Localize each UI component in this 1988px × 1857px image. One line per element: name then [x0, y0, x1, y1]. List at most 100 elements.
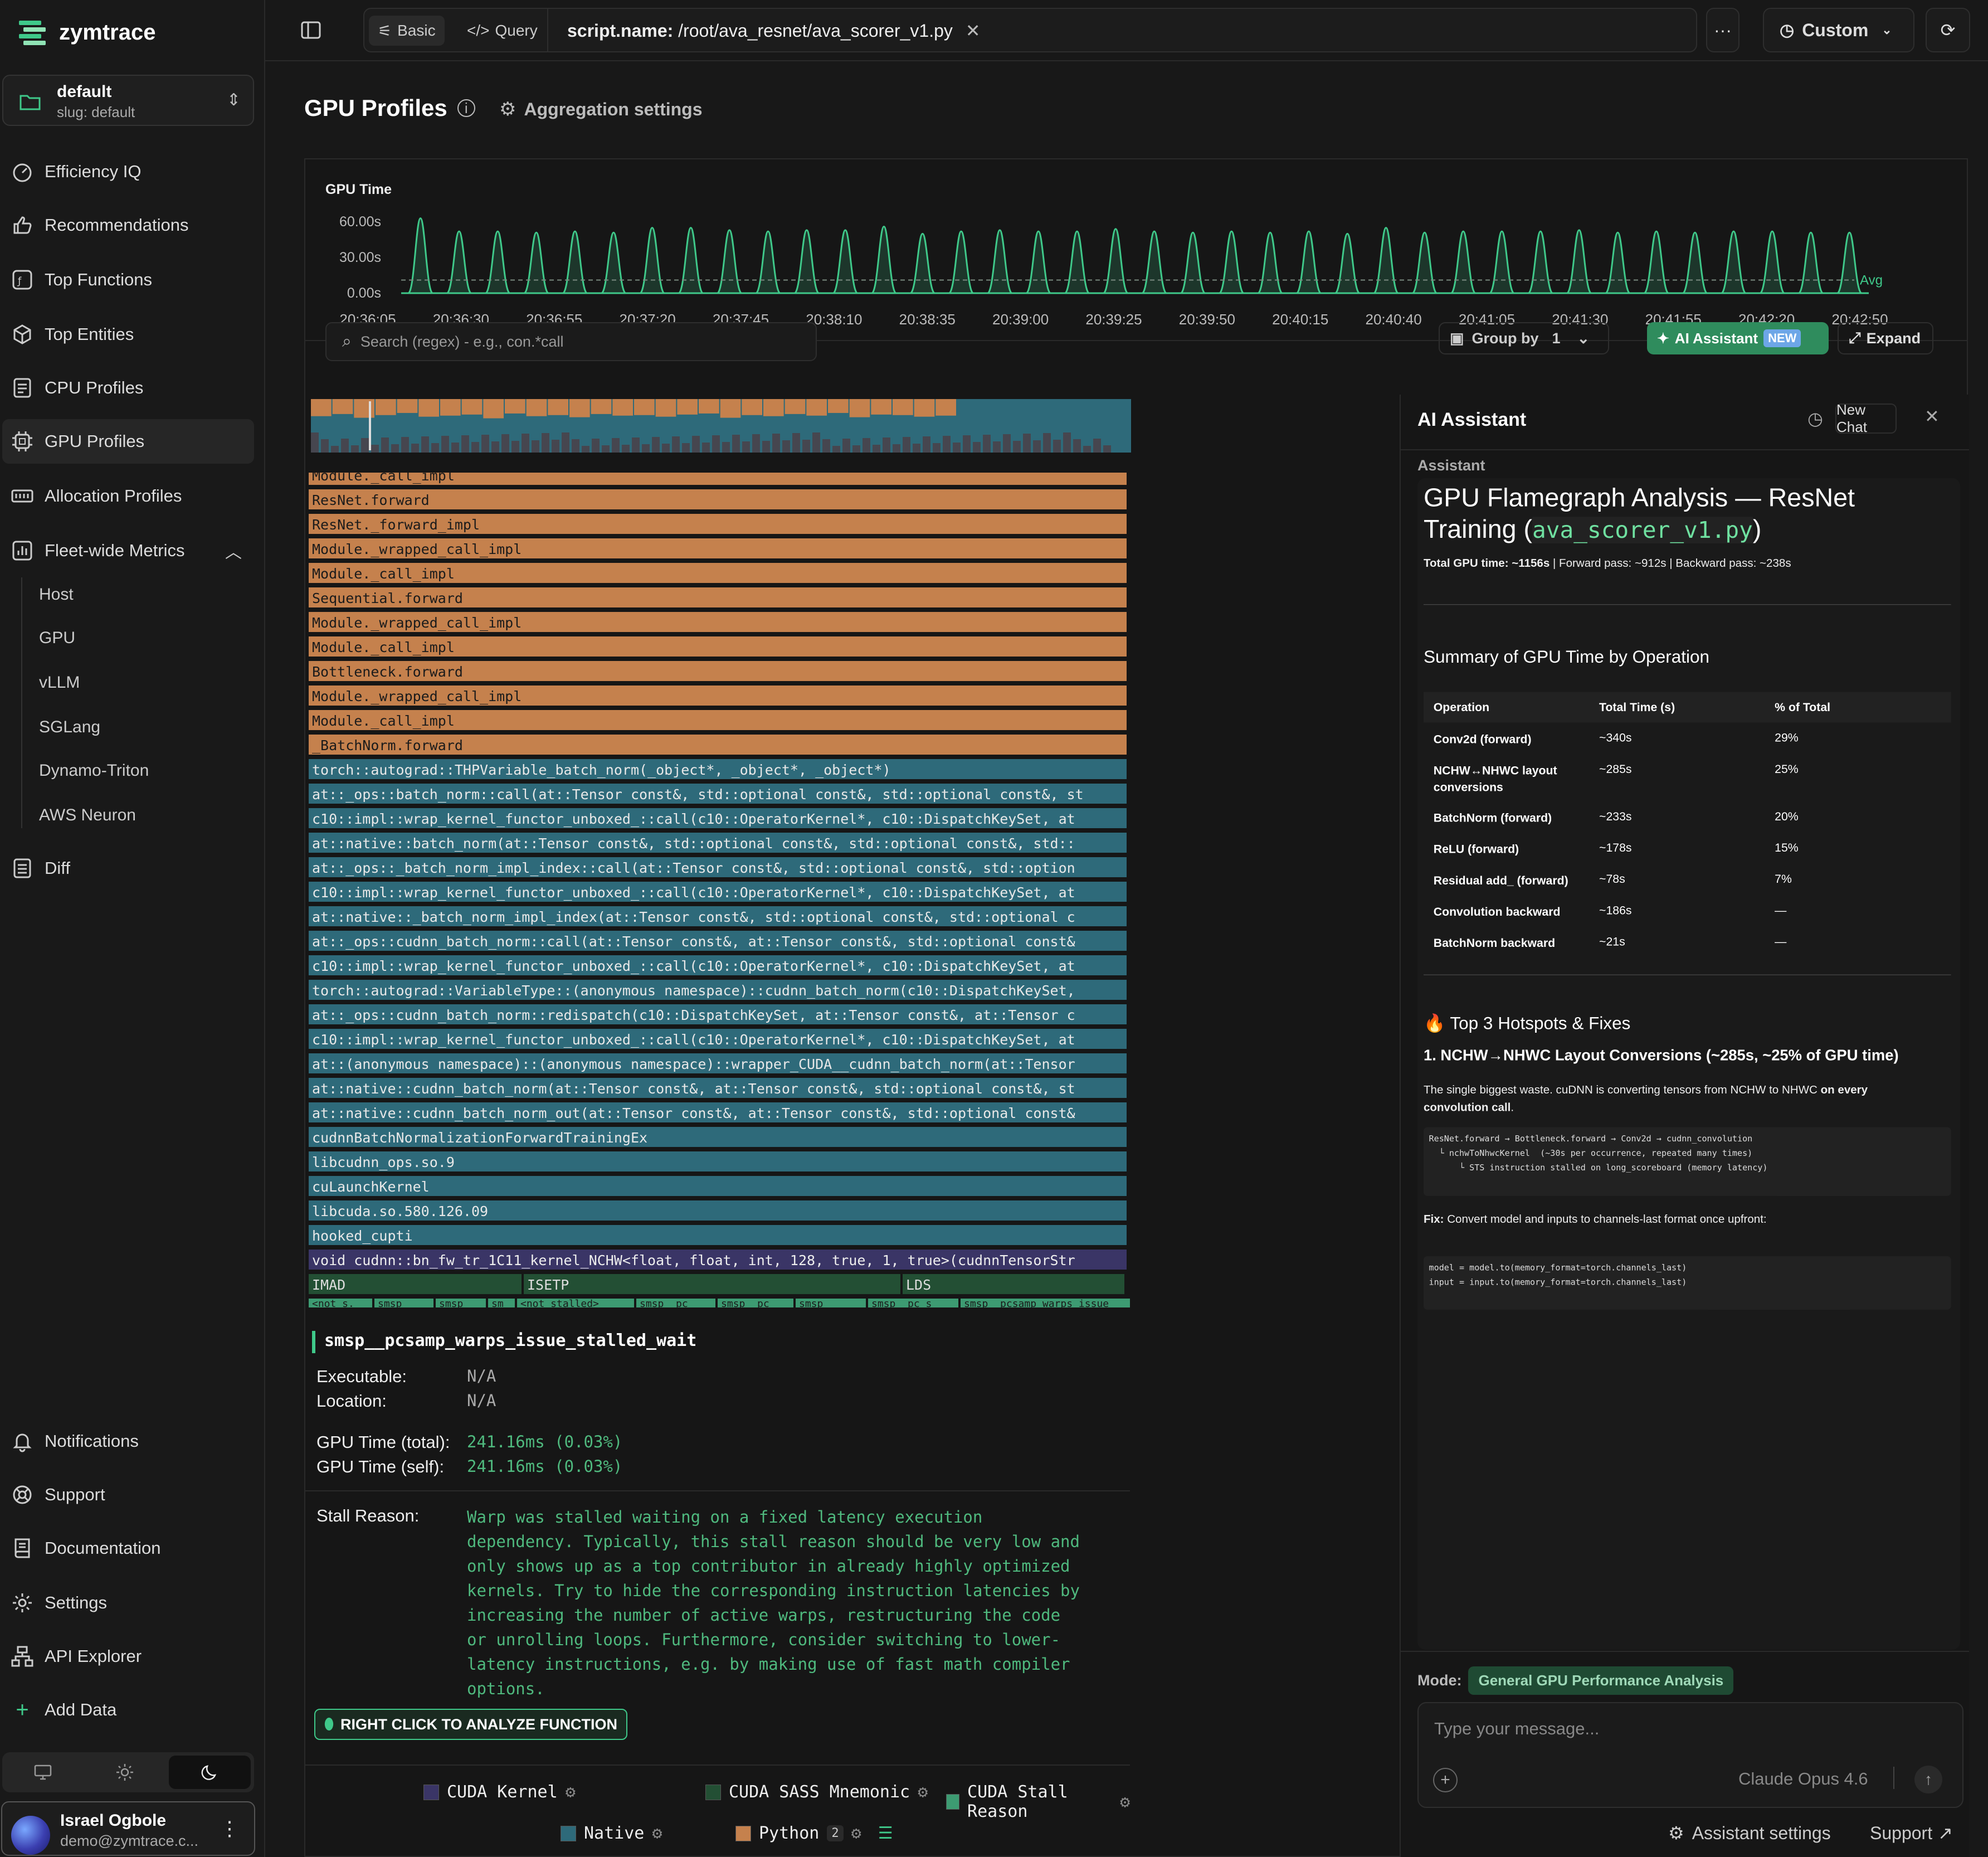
flame-frame-native[interactable]: at::native::cudnn_batch_norm(at::Tensor … [309, 1078, 1127, 1100]
sidebar-toggle-icon[interactable] [294, 8, 328, 52]
nav-gpu-profiles[interactable]: GPU Profiles [2, 419, 254, 464]
flame-frame-native[interactable]: at::native::batch_norm(at::Tensor const&… [309, 833, 1127, 855]
flame-frame-python[interactable]: Module._wrapped_call_impl [309, 612, 1127, 634]
flame-frame-stall[interactable]: smsp_ [796, 1299, 866, 1310]
flamegraph-minimap[interactable] [311, 399, 1131, 453]
flame-frame-stall[interactable]: smsp_ [436, 1299, 486, 1310]
model-selector[interactable]: Claude Opus 4.6 [1738, 1769, 1868, 1789]
flame-frame-native[interactable]: at::_ops::cudnn_batch_norm::redispatch(c… [309, 1004, 1127, 1027]
flame-frame-sass[interactable]: LDS [903, 1274, 1124, 1296]
gear-icon[interactable]: ⚙ [918, 1782, 928, 1802]
more-options-button[interactable]: ··· [1706, 8, 1740, 52]
nav-allocation-profiles[interactable]: Allocation Profiles [0, 474, 254, 518]
subnav-host[interactable]: Host [39, 585, 74, 604]
flame-frame-native[interactable]: hooked_cupti [309, 1225, 1127, 1247]
flame-frame-python[interactable]: _BatchNorm.forward [309, 735, 1127, 757]
legend-cuda-kernel[interactable]: CUDA Kernel ⚙ [423, 1782, 576, 1802]
flame-frame-native[interactable]: c10::impl::wrap_kernel_functor_unboxed_:… [309, 1029, 1127, 1051]
flame-frame-stall[interactable]: smsp_ [374, 1299, 433, 1310]
flame-frame-stall[interactable]: <not_stalled> [517, 1299, 634, 1310]
flame-frame-python[interactable]: Module._wrapped_call_impl [309, 686, 1127, 708]
flame-frame-python[interactable]: Module._call_impl [309, 473, 1127, 487]
minimap-viewport-handle[interactable] [369, 401, 371, 450]
nav-notifications[interactable]: Notifications [0, 1419, 254, 1464]
app-logo[interactable]: zymtrace [17, 16, 155, 49]
flame-frame-native[interactable]: c10::impl::wrap_kernel_functor_unboxed_:… [309, 955, 1127, 978]
nav-efficiency-iq[interactable]: Efficiency IQ [0, 149, 254, 194]
nav-cpu-profiles[interactable]: CPU Profiles [0, 366, 254, 410]
subnav-vllm[interactable]: vLLM [39, 673, 80, 692]
flame-frame-stall[interactable]: smsp__pc [718, 1299, 793, 1310]
legend-native[interactable]: Native ⚙ [561, 1824, 662, 1843]
flame-frame-sass[interactable]: IMAD [309, 1274, 522, 1296]
flame-frame-python[interactable]: Module._call_impl [309, 710, 1127, 732]
flame-frame-native[interactable]: at::(anonymous namespace)::(anonymous na… [309, 1053, 1127, 1076]
moon-theme-icon[interactable] [169, 1756, 251, 1789]
basic-mode-button[interactable]: ⚟ Basic [369, 16, 445, 46]
aggregation-settings-button[interactable]: ⚙ Aggregation settings [499, 98, 703, 120]
legend-cuda-sass[interactable]: CUDA SASS Mnemonic ⚙ [705, 1782, 928, 1802]
info-icon[interactable]: i [457, 99, 475, 117]
flame-frame-native[interactable]: c10::impl::wrap_kernel_functor_unboxed_:… [309, 808, 1127, 830]
flame-frame-python[interactable]: Sequential.forward [309, 587, 1127, 610]
sun-theme-icon[interactable] [84, 1752, 166, 1792]
nav-diff[interactable]: Diff [0, 846, 254, 891]
flame-frame-native[interactable]: libcuda.so.580.126.09 [309, 1200, 1127, 1223]
gear-icon[interactable]: ⚙ [1120, 1792, 1130, 1812]
close-icon[interactable]: ✕ [1924, 406, 1940, 427]
legend-python[interactable]: Python 2 ⚙ ☰ [735, 1824, 893, 1843]
flame-frame-stall[interactable]: smsp__pc [636, 1299, 715, 1310]
gpu-time-chart[interactable]: GPU Time 60.00s 30.00s 0.00s 20:36:05 20:36:3… [305, 159, 1967, 341]
nav-settings[interactable]: Settings [0, 1581, 254, 1625]
nav-api-explorer[interactable]: API Explorer [0, 1634, 254, 1679]
flame-frame-stall[interactable]: smsp__pcsamp_warps_issue [961, 1299, 1130, 1310]
flame-frame-python[interactable]: Module._call_impl [309, 636, 1127, 659]
mode-value-chip[interactable]: General GPU Performance Analysis [1468, 1666, 1734, 1695]
assistant-settings-link[interactable]: ⚙ Assistant settings [1668, 1822, 1831, 1844]
flame-frame-stall[interactable]: sm [488, 1299, 515, 1310]
ai-assistant-button[interactable]: ✦ AI Assistant NEW [1647, 322, 1829, 354]
gear-icon[interactable]: ⚙ [652, 1824, 662, 1843]
nav-documentation[interactable]: Documentation [0, 1526, 254, 1571]
flame-frame-stall[interactable]: smsp__pc_s [868, 1299, 958, 1310]
flame-frame-native[interactable]: cuLaunchKernel [309, 1176, 1127, 1198]
flame-frame-native[interactable]: at::_ops::batch_norm::call(at::Tensor co… [309, 784, 1127, 806]
history-icon[interactable]: ◷ [1807, 408, 1823, 429]
flame-frame-kernel[interactable]: void cudnn::bn_fw_tr_1C11_kernel_NCHW<fl… [309, 1250, 1127, 1272]
flame-frame-python[interactable]: Bottleneck.forward [309, 661, 1127, 683]
nav-top-entities[interactable]: Top Entities [0, 312, 254, 357]
flame-frame-native[interactable]: cudnnBatchNormalizationForwardTrainingEx [309, 1127, 1127, 1149]
attach-plus-icon[interactable]: + [1433, 1768, 1458, 1792]
subnav-aws-neuron[interactable]: AWS Neuron [39, 806, 136, 825]
flame-frame-native[interactable]: at::_ops::cudnn_batch_norm::call(at::Ten… [309, 931, 1127, 953]
flame-frame-python[interactable]: ResNet._forward_impl [309, 514, 1127, 536]
search-input[interactable]: ⌕ Search (regex) - e.g., con.*call [325, 322, 817, 361]
subnav-dynamo-triton[interactable]: Dynamo-Triton [39, 761, 149, 780]
user-menu[interactable]: Israel Ogbole demo@zymtrace.c... ⋮ [1, 1801, 255, 1856]
send-arrow-icon[interactable]: ↑ [1914, 1766, 1942, 1793]
flame-frame-stall[interactable]: <not_s. [309, 1299, 372, 1310]
flame-frame-native[interactable]: torch::autograd::VariableType::(anonymou… [309, 980, 1127, 1002]
group-by-button[interactable]: ▣ Group by 1 ⌄ [1439, 322, 1609, 354]
flame-frame-native[interactable]: libcudnn_ops.so.9 [309, 1151, 1127, 1174]
flame-frame-native[interactable]: at::native::_batch_norm_impl_index(at::T… [309, 906, 1127, 929]
refresh-button[interactable]: ⟳ [1926, 8, 1970, 52]
nav-support[interactable]: Support [0, 1472, 254, 1517]
flame-frame-native[interactable]: torch::autograd::THPVariable_batch_norm(… [309, 759, 1127, 781]
nav-top-functions[interactable]: ƒ Top Functions [0, 257, 254, 302]
new-chat-button[interactable]: New Chat [1835, 401, 1897, 435]
gear-icon[interactable]: ⚙ [851, 1824, 861, 1843]
query-mode-button[interactable]: </> Query [458, 16, 547, 46]
gear-icon[interactable]: ⚙ [566, 1782, 576, 1802]
flame-frame-python[interactable]: Module._call_impl [309, 563, 1127, 585]
flame-frame-native[interactable]: at::_ops::_batch_norm_impl_index::call(a… [309, 857, 1127, 879]
legend-cuda-stall[interactable]: CUDA Stall Reason ⚙ [946, 1782, 1130, 1821]
flame-frame-python[interactable]: ResNet.forward [309, 489, 1127, 512]
support-link[interactable]: Support ↗ [1870, 1822, 1953, 1844]
monitor-theme-icon[interactable] [2, 1752, 84, 1792]
subnav-gpu[interactable]: GPU [39, 629, 75, 648]
expand-button[interactable]: ⤢ Expand [1838, 322, 1933, 354]
time-range-picker[interactable]: ◷ Custom ⌄ [1763, 8, 1914, 52]
message-input[interactable]: Type your message... + Claude Opus 4.6 ↑ [1417, 1702, 1963, 1808]
nav-fleet-wide-metrics[interactable]: Fleet-wide Metrics ︿ [0, 528, 254, 573]
